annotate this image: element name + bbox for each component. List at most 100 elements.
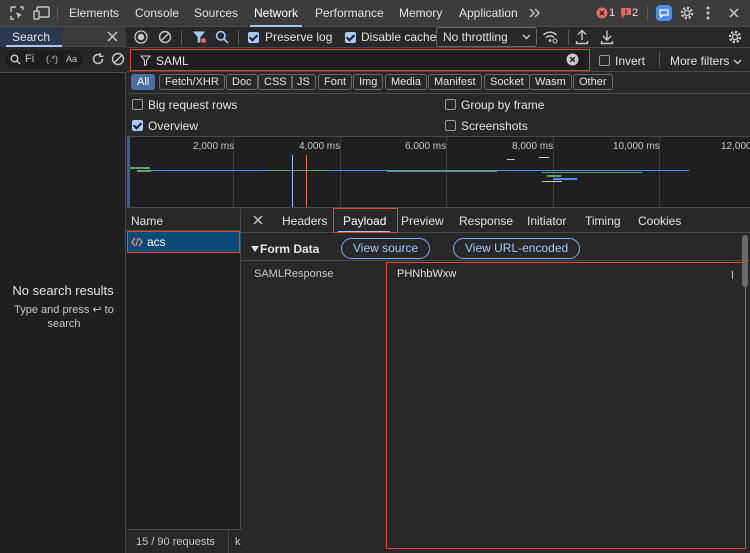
tab-response[interactable]: Response <box>459 214 513 228</box>
disable-cache-label: Disable cache <box>361 30 437 44</box>
divider <box>57 6 58 21</box>
type-filter-all[interactable]: All <box>131 74 156 90</box>
highlight-filter-input <box>130 49 590 71</box>
tab-performance[interactable]: Performance <box>315 0 384 27</box>
divider <box>647 6 648 21</box>
search-icon[interactable] <box>215 30 229 44</box>
regex-toggle[interactable]: (.*) <box>46 54 58 64</box>
clear-icon[interactable] <box>111 52 125 66</box>
timeline-bar <box>553 178 577 180</box>
form-data-title: Form Data <box>260 242 320 256</box>
clear-log-icon[interactable] <box>158 30 172 44</box>
view-url-encoded-button[interactable]: View URL-encoded <box>453 238 581 259</box>
request-list-footer: 15 / 90 requests <box>127 529 240 553</box>
type-filter-manifest[interactable]: Manifest <box>428 74 482 90</box>
type-filter-fetch-xhr[interactable]: Fetch/XHR <box>159 74 225 90</box>
highlight-saml-response-value <box>386 262 746 549</box>
timeline-tick-label: 6,000 ms <box>405 141 447 152</box>
view-source-button[interactable]: View source <box>341 238 431 259</box>
invert-label: Invert <box>615 54 646 68</box>
throttling-value: No throttling <box>443 30 508 44</box>
timeline-bar <box>542 181 562 182</box>
match-case-toggle[interactable]: Aa <box>66 54 77 64</box>
search-tab[interactable]: Search <box>12 30 50 44</box>
big-request-rows-checkbox[interactable] <box>132 99 143 110</box>
name-column-header[interactable]: Name <box>131 214 163 228</box>
type-filter-js[interactable]: JS <box>291 74 316 90</box>
invert-checkbox[interactable] <box>599 55 610 66</box>
timeline-tick-label: 10,000 ms <box>613 141 660 152</box>
more-vertical-icon[interactable] <box>705 5 711 21</box>
timeline-bar <box>539 170 689 171</box>
tab-initiator[interactable]: Initiator <box>527 214 566 228</box>
filter-active-dot <box>201 38 206 43</box>
tab-memory[interactable]: Memory <box>399 0 442 27</box>
saml-response-key: SAMLResponse <box>254 268 334 280</box>
search-input-placeholder: Fi <box>25 53 35 65</box>
export-har-icon[interactable] <box>600 29 614 45</box>
highlight-payload-tab <box>333 208 398 233</box>
tab-timing[interactable]: Timing <box>585 214 621 228</box>
issue-count[interactable]: 2 <box>632 0 638 27</box>
request-list: Name acs 15 / 90 requests <box>127 209 241 553</box>
search-hint: Type and press ↩ to search <box>14 304 114 330</box>
network-overview-timeline[interactable]: 2,000 ms 4,000 ms 6,000 ms 8,000 ms 10,0… <box>127 137 750 208</box>
tab-headers[interactable]: Headers <box>282 214 327 228</box>
preserve-log-checkbox[interactable] <box>248 32 259 43</box>
tab-network[interactable]: Network <box>249 0 303 27</box>
type-filter-media[interactable]: Media <box>385 74 427 90</box>
search-input-row: Fi (.*) Aa <box>0 47 126 73</box>
network-settings-gear-icon[interactable] <box>727 29 743 45</box>
timeline-tick-label: 4,000 ms <box>299 141 341 152</box>
double-chevron-right-icon[interactable] <box>528 6 542 20</box>
issue-icon[interactable] <box>620 7 632 19</box>
more-filters-button[interactable]: More filters <box>670 54 729 68</box>
screenshots-checkbox[interactable] <box>445 120 456 131</box>
record-icon[interactable] <box>134 30 148 44</box>
request-count: 15 / 90 requests <box>136 536 215 548</box>
tab-preview[interactable]: Preview <box>401 214 444 228</box>
type-filter-img[interactable]: Img <box>353 74 384 90</box>
refresh-icon[interactable] <box>91 52 105 66</box>
timeline-window-handle[interactable] <box>127 137 130 207</box>
tab-cookies[interactable]: Cookies <box>638 214 681 228</box>
type-filter-doc[interactable]: Doc <box>226 74 258 90</box>
tab-application[interactable]: Application <box>459 0 518 27</box>
import-har-icon[interactable] <box>575 29 589 45</box>
tab-elements[interactable]: Elements <box>69 0 119 27</box>
timeline-tick-label: 8,000 ms <box>512 141 554 152</box>
type-filter-other[interactable]: Other <box>573 74 613 90</box>
gear-icon[interactable] <box>679 5 695 21</box>
close-icon[interactable] <box>727 6 741 20</box>
divider <box>181 30 182 45</box>
type-filter-socket[interactable]: Socket <box>484 74 530 90</box>
timeline-bar <box>150 170 280 171</box>
group-by-frame-checkbox[interactable] <box>445 99 456 110</box>
divider <box>238 30 239 45</box>
tab-console[interactable]: Console <box>135 0 179 27</box>
type-filter-font[interactable]: Font <box>318 74 353 90</box>
triangle-down-icon[interactable] <box>251 246 259 252</box>
close-details-icon[interactable] <box>252 214 264 226</box>
overview-checkbox[interactable] <box>132 120 143 131</box>
tab-sources[interactable]: Sources <box>194 0 238 27</box>
throttling-select[interactable]: No throttling <box>436 27 537 47</box>
close-icon[interactable] <box>106 30 119 43</box>
type-filter-wasm[interactable]: Wasm <box>529 74 572 90</box>
preserve-log-label: Preserve log <box>265 30 333 44</box>
disable-cache-checkbox[interactable] <box>345 32 356 43</box>
ai-assistant-icon[interactable] <box>655 4 673 22</box>
screenshots-label: Screenshots <box>461 119 528 133</box>
timeline-marker-red <box>306 155 307 207</box>
divider <box>659 51 660 68</box>
timeline-bar <box>137 170 151 172</box>
network-conditions-icon[interactable] <box>542 30 558 44</box>
timeline-bar <box>539 157 549 158</box>
error-count[interactable]: 1 <box>609 0 615 27</box>
inspect-element-icon[interactable] <box>9 5 25 21</box>
search-panel: No search results Type and press ↩ to se… <box>0 27 126 553</box>
divider <box>568 30 569 45</box>
error-icon[interactable] <box>596 7 608 19</box>
type-filter-css[interactable]: CSS <box>258 74 293 90</box>
device-toolbar-icon[interactable] <box>33 5 51 21</box>
